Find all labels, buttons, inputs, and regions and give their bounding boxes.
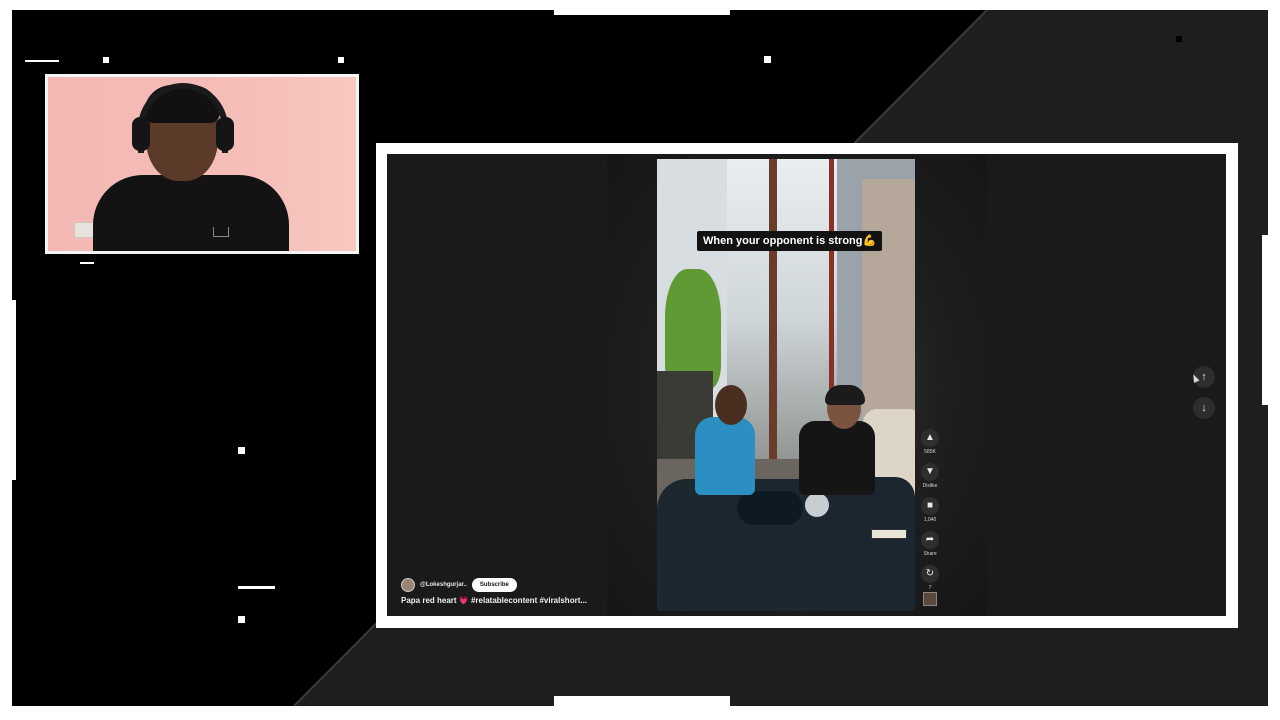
utility-pole	[769, 159, 777, 459]
sound-thumbnail[interactable]	[923, 592, 937, 606]
dislike-label: Dislike	[922, 483, 938, 489]
subscribe-button[interactable]: Subscribe	[471, 578, 517, 592]
top-tab-decoration	[554, 10, 730, 15]
arrow-up-icon: ↑	[1201, 371, 1207, 383]
dash-decoration	[238, 586, 275, 589]
video-description[interactable]: Papa red heart 💗 #relatablecontent #vira…	[401, 596, 587, 605]
channel-avatar[interactable]	[401, 578, 415, 592]
left-edge-bar	[12, 300, 16, 480]
dash-decoration	[80, 262, 94, 264]
shorts-viewer: When your opponent is strong💪 ▲ 585K ▼ D…	[387, 154, 1226, 616]
arrow-down-icon: ↓	[1201, 402, 1207, 414]
right-edge-bar	[1262, 235, 1268, 405]
turban	[825, 385, 865, 405]
comment-icon: ■	[921, 497, 939, 515]
comments-button[interactable]: ■ 1,040	[919, 497, 941, 523]
dot-decoration	[238, 447, 245, 454]
comment-count: 1,040	[923, 517, 937, 523]
stream-overlay-frame: When your opponent is strong💪 ▲ 585K ▼ D…	[12, 10, 1268, 706]
remix-count: 7	[928, 585, 932, 591]
share-icon: ➦	[921, 531, 939, 549]
remix-icon: ↻	[921, 565, 939, 583]
share-button[interactable]: ➦ Share	[919, 531, 941, 557]
streamer-shirt	[93, 175, 289, 251]
dislike-button[interactable]: ▼ Dislike	[919, 463, 941, 489]
bottom-tab-decoration	[554, 696, 730, 706]
channel-name[interactable]: @Lokeshgurjar..	[420, 582, 467, 588]
like-count: 585K	[924, 449, 936, 455]
thumbs-down-icon: ▼	[921, 463, 939, 481]
dot-decoration	[238, 616, 245, 623]
shorts-video[interactable]: When your opponent is strong💪	[657, 159, 915, 611]
dash-decoration	[25, 60, 59, 62]
dot-decoration	[764, 56, 771, 63]
next-video-button[interactable]: ↓	[1193, 397, 1215, 419]
share-label: Share	[923, 551, 937, 557]
webcam-feed	[45, 74, 359, 254]
dot-decoration	[103, 57, 109, 63]
headphone-earcup	[216, 117, 234, 151]
rider-black-shirt	[799, 421, 875, 495]
rider-blue-shirt	[695, 417, 755, 495]
dot-decoration	[1176, 36, 1182, 42]
utility-pole	[829, 159, 834, 409]
shirt-logo	[213, 227, 229, 237]
screen-capture-frame: When your opponent is strong💪 ▲ 585K ▼ D…	[376, 143, 1238, 628]
number-plate	[871, 529, 907, 539]
channel-row: @Lokeshgurjar.. Subscribe	[401, 577, 517, 593]
remix-button[interactable]: ↻ 7	[919, 565, 941, 591]
thumbs-up-icon: ▲	[921, 429, 939, 447]
headphone-earcup	[132, 117, 150, 151]
fuel-tank	[737, 491, 803, 525]
video-caption: When your opponent is strong💪	[697, 231, 883, 251]
dot-decoration	[338, 57, 344, 63]
headlamp	[805, 493, 829, 517]
like-button[interactable]: ▲ 585K	[919, 429, 941, 455]
rider-head	[715, 385, 747, 425]
